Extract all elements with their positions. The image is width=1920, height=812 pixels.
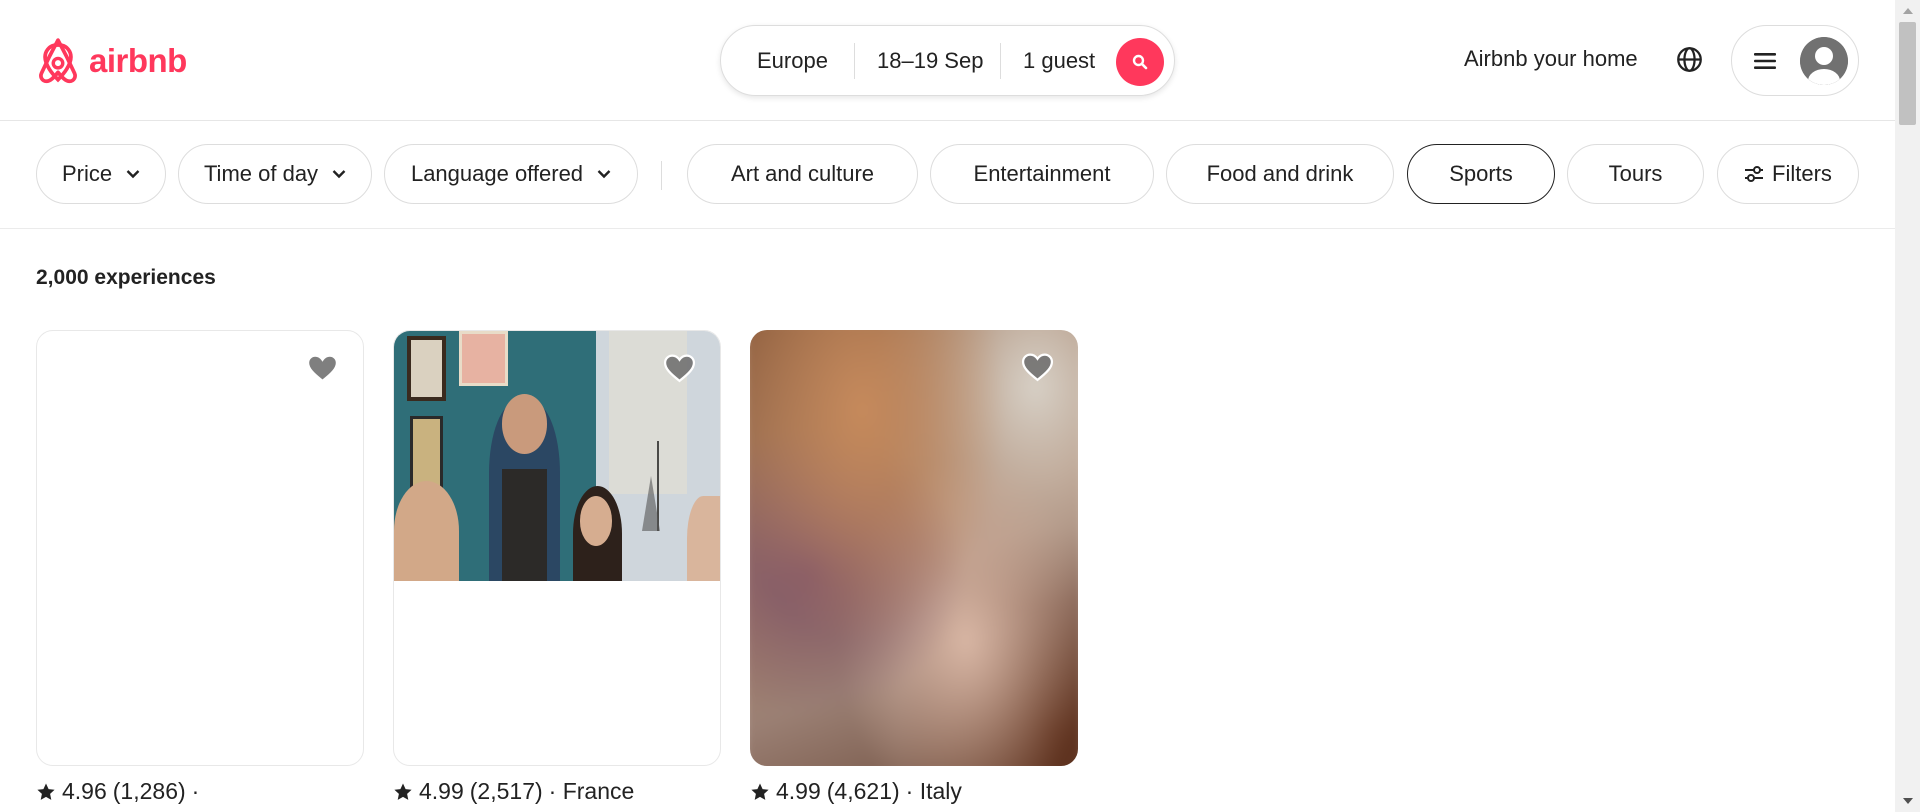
photo-eiffel-tower (642, 441, 668, 531)
vertical-scrollbar[interactable] (1895, 0, 1920, 812)
card-meta: 4.96 (1,286) · (36, 778, 199, 805)
card-rating: 4.99 (419, 778, 464, 804)
sliders-icon (1745, 166, 1764, 182)
card-location: · France (548, 778, 635, 804)
star-icon (37, 783, 55, 800)
category-chip-art-and-culture[interactable]: Art and culture (687, 144, 918, 204)
photo-frame (407, 336, 447, 401)
favorite-heart-icon[interactable] (306, 353, 339, 383)
card-meta: 4.99 (4,621) · Italy (750, 778, 962, 805)
experience-card[interactable]: 4.96 (1,286) · (36, 330, 364, 804)
card-image[interactable] (36, 330, 364, 766)
card-reviews: (4,621) (826, 778, 900, 804)
favorite-heart-icon[interactable] (1021, 352, 1054, 382)
category-chip-sports[interactable]: Sports (1407, 144, 1555, 204)
airbnb-logo[interactable]: airbnb (35, 36, 187, 86)
star-icon (394, 783, 412, 800)
user-menu-button[interactable] (1731, 25, 1859, 96)
globe-icon[interactable] (1676, 46, 1703, 73)
category-chip-food-and-drink[interactable]: Food and drink (1166, 144, 1394, 204)
blurred-photo (750, 330, 1078, 766)
search-where[interactable]: Europe (721, 26, 854, 95)
language-filter-dropdown[interactable]: Language offered (384, 144, 638, 204)
filters-label: Filters (1772, 161, 1832, 186)
card-location: · (191, 778, 200, 804)
page: airbnb Europe 18–19 Sep 1 guest Airbnb y… (0, 0, 1920, 812)
card-rating: 4.96 (62, 778, 107, 804)
hamburger-icon (1754, 53, 1776, 69)
card-location: · Italy (905, 778, 962, 804)
card-image[interactable] (393, 330, 721, 766)
results-count: 2,000 experiences (36, 266, 216, 289)
airbnb-logo-icon (39, 38, 77, 84)
filter-bar: Price Time of day Language offered Art a… (0, 121, 1895, 229)
filters-button[interactable]: Filters (1717, 144, 1859, 204)
search-bar[interactable]: Europe 18–19 Sep 1 guest (720, 25, 1175, 96)
logo-text: airbnb (89, 42, 187, 79)
photo-frame (459, 331, 509, 386)
chevron-down-icon (126, 170, 140, 179)
card-reviews: (1,286) (112, 778, 186, 804)
category-chip-tours[interactable]: Tours (1567, 144, 1704, 204)
card-rating: 4.99 (776, 778, 821, 804)
chevron-down-icon (597, 170, 611, 179)
photo-guest (394, 481, 460, 581)
time-of-day-filter-dropdown[interactable]: Time of day (178, 144, 372, 204)
photo-frame (410, 416, 443, 491)
price-filter-dropdown[interactable]: Price (36, 144, 166, 204)
experience-card[interactable]: 4.99 (2,517) · France (393, 330, 721, 804)
photo-host-face (501, 393, 548, 454)
card-reviews: (2,517) (469, 778, 543, 804)
scroll-down-arrow-icon[interactable] (1903, 798, 1913, 804)
experience-card[interactable]: 4.99 (4,621) · Italy (750, 330, 1078, 804)
photo-guest (687, 496, 720, 581)
scrollbar-thumb[interactable] (1899, 22, 1916, 125)
chevron-down-icon (332, 170, 346, 179)
search-button[interactable] (1116, 38, 1164, 86)
photo-apron (501, 468, 548, 581)
star-icon (751, 783, 769, 800)
search-who[interactable]: 1 guest (1001, 26, 1121, 95)
user-avatar-icon (1800, 37, 1848, 85)
search-when[interactable]: 18–19 Sep (855, 26, 1000, 95)
airbnb-your-home-link[interactable]: Airbnb your home (1464, 46, 1638, 72)
card-image[interactable] (750, 330, 1078, 766)
scroll-up-arrow-icon[interactable] (1903, 8, 1913, 14)
category-chip-entertainment[interactable]: Entertainment (930, 144, 1154, 204)
chip-label: Language offered (410, 161, 584, 186)
chip-label: Price (61, 161, 113, 186)
favorite-heart-icon[interactable] (663, 353, 696, 383)
search-icon (1132, 54, 1148, 70)
header: airbnb Europe 18–19 Sep 1 guest Airbnb y… (0, 0, 1895, 121)
card-meta: 4.99 (2,517) · France (393, 778, 634, 805)
filter-divider (661, 161, 662, 190)
chip-label: Time of day (203, 161, 319, 186)
